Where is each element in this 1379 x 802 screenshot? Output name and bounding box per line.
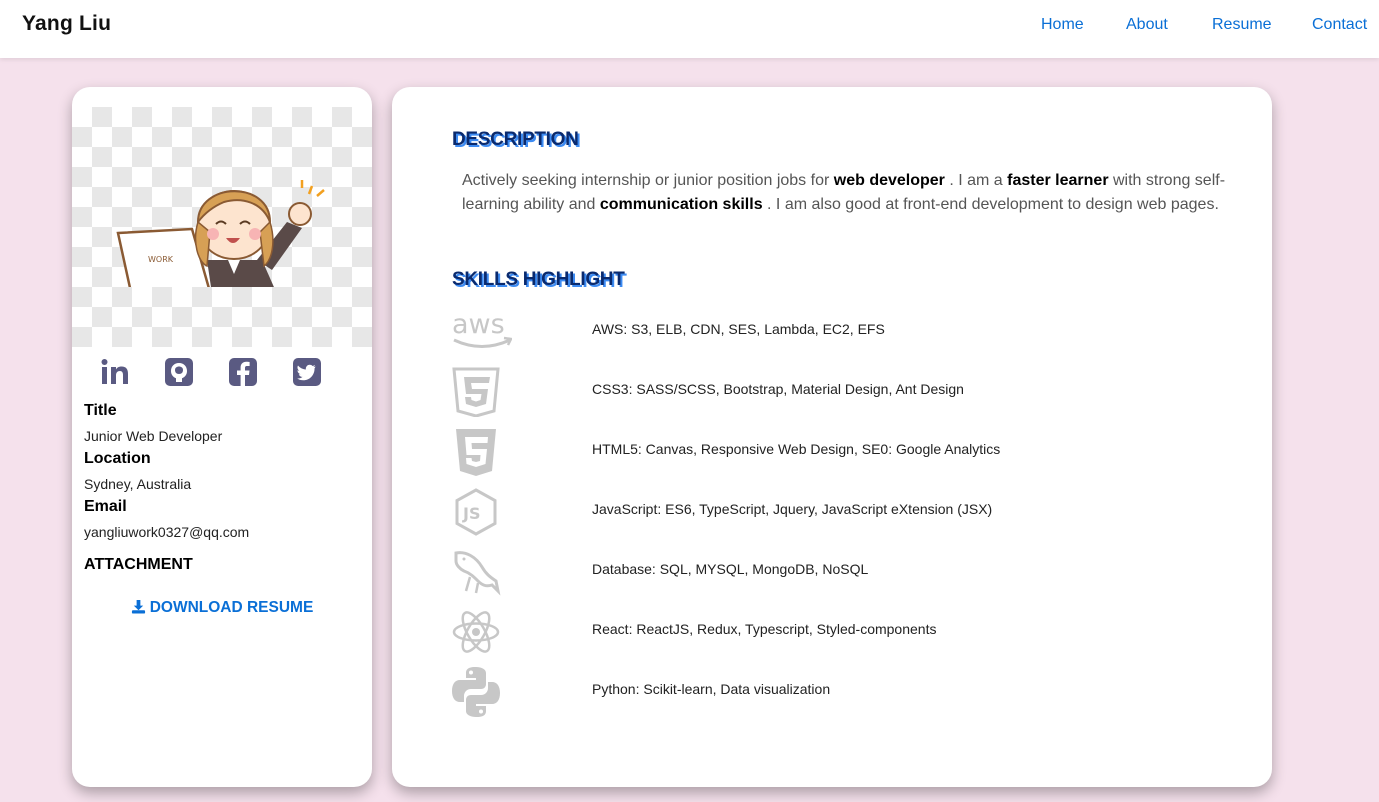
description-bold-1: web developer — [833, 172, 945, 189]
description-bold-3: communication skills — [599, 196, 763, 213]
description-heading: DESCRIPTION — [452, 129, 579, 150]
mysql-icon — [454, 551, 501, 596]
nav-about[interactable]: About — [1126, 16, 1168, 34]
aws-icon: aws — [452, 309, 512, 348]
title-value: Junior Web Developer — [84, 428, 223, 444]
avatar: WORK — [72, 107, 372, 347]
email-label: Email — [84, 498, 127, 515]
html5-icon — [456, 429, 496, 476]
description-text: Actively seeking internship or junior po… — [462, 169, 1262, 217]
skill-text: CSS3: SASS/SCSS, Bootstrap, Material Des… — [592, 381, 964, 397]
nav-home[interactable]: Home — [1041, 16, 1084, 34]
content-card: DESCRIPTION Actively seeking internship … — [392, 87, 1272, 787]
skill-text: AWS: S3, ELB, CDN, SES, Lambda, EC2, EFS — [592, 321, 885, 337]
skill-text: Python: Scikit-learn, Data visualization — [592, 681, 831, 697]
email-value[interactable]: yangliuwork0327@qq.com — [84, 524, 249, 540]
profile-card: WORK Title Junior Web Developer Location… — [72, 87, 372, 787]
avatar-illustration-icon: WORK — [116, 180, 325, 287]
brand-name[interactable]: Yang Liu — [22, 12, 111, 36]
laptop-label: WORK — [148, 255, 174, 264]
skill-text: JavaScript: ES6, TypeScript, Jquery, Jav… — [592, 501, 993, 517]
skills-heading: SKILLS HIGHLIGHT — [452, 269, 625, 290]
js-icon-text: JS — [462, 504, 480, 523]
skill-text: React: ReactJS, Redux, Typescript, Style… — [592, 621, 937, 637]
github-icon[interactable] — [164, 357, 194, 387]
description-bold-2: faster learner — [1007, 172, 1109, 189]
description-text-4: . I am also good at front-end developmen… — [762, 196, 1219, 213]
navbar: Yang Liu Home About Resume Contact — [0, 0, 1379, 58]
nav-contact[interactable]: Contact — [1312, 16, 1367, 34]
location-value: Sydney, Australia — [84, 476, 192, 492]
download-resume-button[interactable]: DOWNLOAD RESUME — [72, 599, 372, 617]
title-label: Title — [84, 402, 117, 419]
aws-icon-text: aws — [452, 309, 505, 340]
twitter-icon[interactable] — [292, 357, 322, 387]
css3-icon — [452, 367, 500, 417]
linkedin-icon[interactable] — [100, 357, 130, 387]
description-text-2: . I am a — [944, 172, 1008, 189]
facebook-icon[interactable] — [228, 357, 258, 387]
nav-resume[interactable]: Resume — [1212, 16, 1272, 34]
react-icon — [452, 611, 500, 653]
skill-text: Database: SQL, MYSQL, MongoDB, NoSQL — [592, 561, 869, 577]
location-label: Location — [84, 450, 151, 467]
download-resume-label: DOWNLOAD RESUME — [149, 599, 314, 616]
python-icon — [452, 667, 500, 717]
nodejs-icon: JS — [455, 488, 497, 536]
attachment-label: ATTACHMENT — [84, 556, 193, 573]
download-icon — [131, 599, 145, 614]
skill-text: HTML5: Canvas, Responsive Web Design, SE… — [592, 441, 1001, 457]
description-text-1: Actively seeking internship or junior po… — [462, 172, 834, 189]
